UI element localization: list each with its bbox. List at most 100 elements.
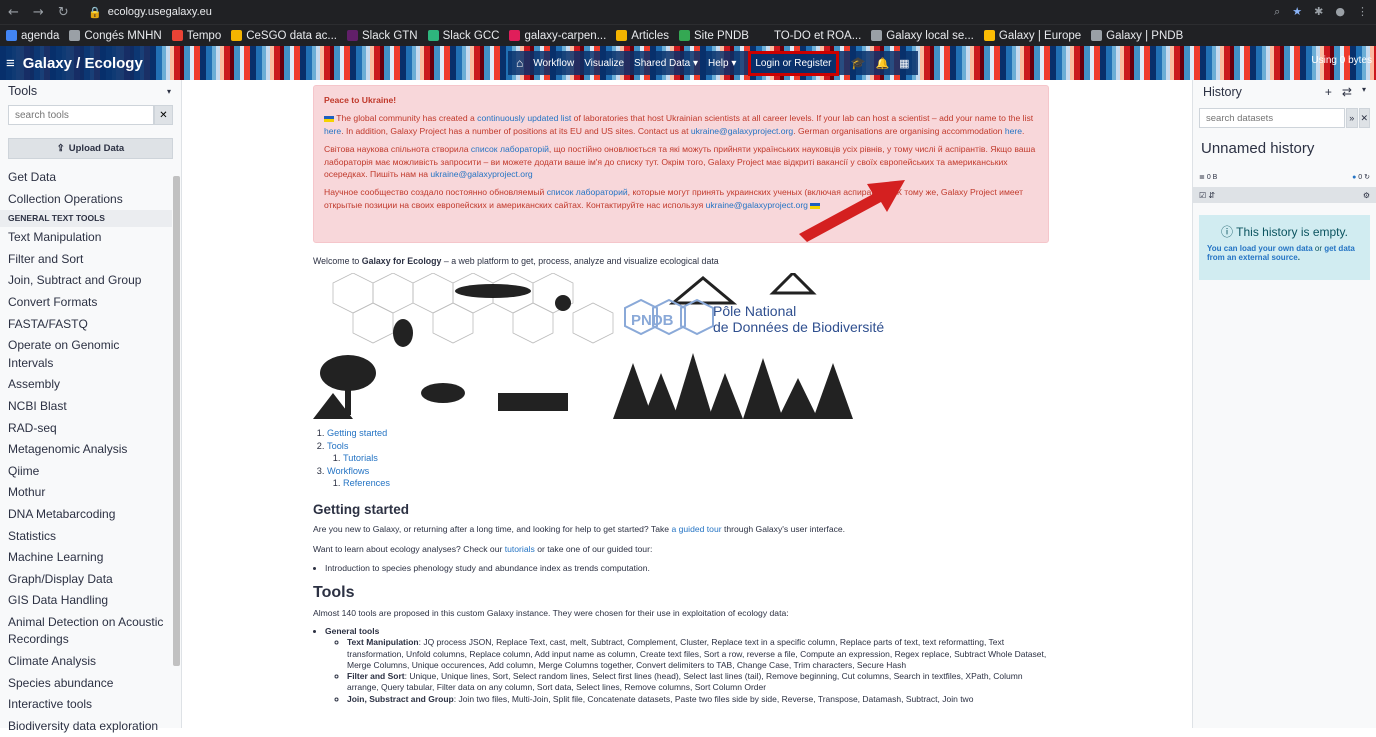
- tool-section-item[interactable]: Join, Subtract and Group: [0, 270, 172, 292]
- tool-section-item[interactable]: Assembly: [0, 374, 172, 396]
- bookmark-favicon-icon: [171, 30, 183, 41]
- tool-section-item[interactable]: FASTA/FASTQ: [0, 314, 172, 336]
- tool-section-item[interactable]: Machine Learning: [0, 547, 172, 569]
- toc-getting-started[interactable]: Getting started: [327, 428, 387, 438]
- extensions-icon[interactable]: ✱: [1314, 5, 1323, 19]
- guided-tour-link[interactable]: a guided tour: [671, 524, 721, 534]
- tool-panel-scrollbar[interactable]: [173, 176, 180, 666]
- tool-section-item[interactable]: Text Manipulation: [0, 227, 172, 249]
- tool-section-item[interactable]: Get Data: [0, 167, 172, 189]
- login-register-link[interactable]: Login or Register: [748, 50, 839, 76]
- tool-section-item[interactable]: Species abundance: [0, 673, 172, 695]
- alert-ru-email-link[interactable]: ukraine@galaxyproject.org: [706, 200, 808, 210]
- bookmark-item[interactable]: Site PNDB: [679, 30, 749, 42]
- bookmark-favicon-icon: [231, 30, 243, 41]
- tool-section-item[interactable]: Biodiversity data exploration: [0, 716, 172, 737]
- bookmark-item[interactable]: Tempo: [171, 30, 221, 42]
- alert-uk-list-link[interactable]: список лабораторій: [471, 144, 549, 154]
- bookmarks-bar: agenda Congés MNHN Tempo CeSGO data ac... Sl…: [0, 24, 1376, 46]
- toc-workflows[interactable]: Workflows: [327, 466, 369, 476]
- grid-icon[interactable]: ▦: [899, 57, 909, 70]
- select-all-icon[interactable]: ☑: [1199, 191, 1206, 200]
- menu-icon[interactable]: ⋮: [1357, 5, 1368, 19]
- collapse-icon[interactable]: ⇵: [1208, 191, 1215, 200]
- toc-tools[interactable]: Tools: [327, 441, 348, 451]
- upload-label: Upload Data: [68, 143, 125, 154]
- caret-down-icon[interactable]: ▾: [167, 87, 171, 96]
- toc-tutorials[interactable]: Tutorials: [343, 453, 378, 463]
- forward-icon[interactable]: →: [33, 5, 44, 20]
- tool-section-item[interactable]: GIS Data Handling: [0, 590, 172, 612]
- bookmark-item[interactable]: Congés MNHN: [69, 30, 162, 42]
- history-name[interactable]: Unnamed history: [1193, 132, 1376, 165]
- cog-icon[interactable]: ⚙: [1363, 191, 1370, 200]
- bookmark-item[interactable]: CeSGO data ac...: [231, 30, 337, 42]
- zoom-icon[interactable]: ⌕: [1274, 5, 1280, 19]
- switch-icon[interactable]: ⇄: [1342, 85, 1352, 99]
- alert-ru-list-link[interactable]: список лабораторий: [547, 187, 628, 197]
- menu-bars-icon[interactable]: ≡: [6, 55, 15, 72]
- tool-section-item[interactable]: Qiime: [0, 461, 172, 483]
- tool-section-item[interactable]: Convert Formats: [0, 292, 172, 314]
- menu-shared-data[interactable]: Shared Data ▾: [634, 58, 698, 69]
- tool-section-item[interactable]: Animal Detection on Acoustic Recordings: [0, 612, 172, 651]
- load-data-link[interactable]: You can load your own data: [1207, 244, 1313, 253]
- tool-section-item[interactable]: Collection Operations: [0, 189, 172, 211]
- clear-icon[interactable]: ✕: [1358, 108, 1370, 128]
- bookmark-item[interactable]: TO-DO et ROA...: [758, 30, 861, 42]
- quota-usage: Using 0 bytes: [1311, 55, 1372, 66]
- double-chevron-icon[interactable]: »: [1346, 108, 1358, 128]
- tool-section-item[interactable]: Interactive tools: [0, 694, 172, 716]
- alert-accommodation-link[interactable]: here: [1005, 126, 1022, 136]
- tour-item[interactable]: Introduction to species phenology study …: [325, 562, 650, 574]
- tool-section-item[interactable]: Graph/Display Data: [0, 569, 172, 591]
- bookmark-item[interactable]: Slack GCC: [427, 30, 499, 42]
- menu-visualize[interactable]: Visualize: [584, 58, 624, 69]
- tool-section-item[interactable]: DNA Metabarcoding: [0, 504, 172, 526]
- tools-heading: Tools: [313, 584, 355, 601]
- history-size: 0 B: [1206, 174, 1218, 181]
- star-icon[interactable]: ★: [1292, 5, 1302, 19]
- tool-search: ✕: [8, 105, 173, 125]
- alert-email-link[interactable]: ukraine@galaxyproject.org: [691, 126, 793, 136]
- graduation-cap-icon[interactable]: 🎓: [851, 56, 866, 70]
- welcome-text: Welcome to Galaxy for Ecology – a web pl…: [313, 256, 719, 266]
- menu-help[interactable]: Help ▾: [708, 58, 736, 69]
- upload-data-button[interactable]: ⇪ Upload Data: [8, 138, 173, 159]
- tool-search-input[interactable]: [8, 105, 154, 125]
- reload-icon[interactable]: ↻: [58, 5, 69, 20]
- bookmark-item[interactable]: Galaxy | PNDB: [1091, 30, 1183, 42]
- menu-workflow[interactable]: Workflow: [533, 58, 574, 69]
- history-search-input[interactable]: [1199, 108, 1345, 128]
- clear-search-icon[interactable]: ✕: [154, 105, 173, 125]
- bookmark-item[interactable]: Galaxy local se...: [871, 30, 974, 42]
- bell-icon[interactable]: 🔔: [875, 57, 889, 70]
- alert-uk-email-link[interactable]: ukraine@galaxyproject.org: [430, 169, 532, 179]
- caret-down-icon[interactable]: ▾: [1362, 85, 1366, 99]
- back-icon[interactable]: ←: [8, 5, 19, 20]
- bookmark-item[interactable]: galaxy-carpen...: [509, 30, 606, 42]
- tool-section-item[interactable]: Climate Analysis: [0, 651, 172, 673]
- tool-section-item[interactable]: Operate on Genomic Intervals: [0, 335, 172, 374]
- plus-icon[interactable]: +: [1325, 85, 1332, 99]
- home-icon[interactable]: ⌂: [516, 56, 523, 70]
- tool-section-item[interactable]: Mothur: [0, 482, 172, 504]
- refresh-icon[interactable]: ↻: [1364, 174, 1370, 181]
- bookmark-item[interactable]: Articles: [616, 30, 669, 42]
- tool-section-item[interactable]: NCBI Blast: [0, 396, 172, 418]
- tool-section-item[interactable]: Filter and Sort: [0, 249, 172, 271]
- address-bar[interactable]: 🔒 ecology.usegalaxy.eu: [88, 6, 1274, 19]
- history-title: History: [1203, 85, 1242, 99]
- toc-references[interactable]: References: [343, 478, 390, 488]
- bookmark-item[interactable]: agenda: [6, 30, 59, 42]
- bookmark-item[interactable]: Galaxy | Europe: [983, 30, 1081, 42]
- tutorials-link[interactable]: tutorials: [505, 544, 535, 554]
- alert-list-link[interactable]: continuously updated list: [477, 113, 571, 123]
- tool-section-item[interactable]: Statistics: [0, 526, 172, 548]
- tool-section-item[interactable]: RAD-seq: [0, 418, 172, 440]
- bookmark-item[interactable]: Slack GTN: [347, 30, 418, 42]
- alert-here-link[interactable]: here: [324, 126, 341, 136]
- brand[interactable]: ≡ Galaxy / Ecology: [0, 46, 150, 80]
- profile-icon[interactable]: ●: [1335, 5, 1345, 19]
- tool-section-item[interactable]: Metagenomic Analysis: [0, 439, 172, 461]
